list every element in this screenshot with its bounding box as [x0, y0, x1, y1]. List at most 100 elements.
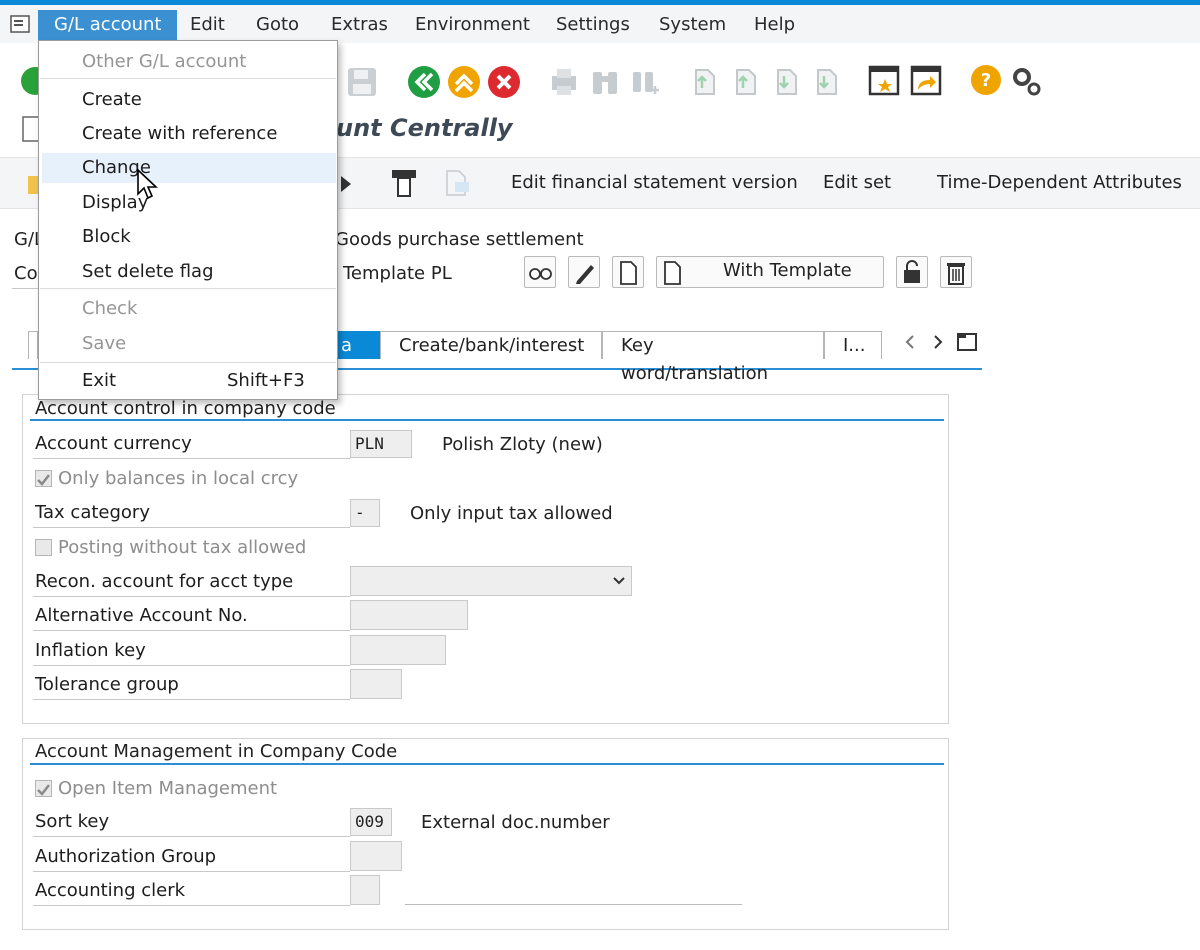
mouse-cursor-icon — [137, 168, 159, 200]
sort-key-field[interactable]: 009 — [350, 808, 392, 836]
system-menu-icon[interactable] — [10, 15, 32, 35]
back-icon[interactable] — [407, 65, 441, 99]
menu-settings[interactable]: Settings — [556, 10, 630, 40]
company-code-label: Co — [14, 263, 38, 284]
menu-gl-account[interactable]: G/L account — [38, 10, 178, 40]
with-template-label: With Template — [723, 260, 852, 281]
previous-page-icon[interactable] — [731, 66, 759, 98]
edit-financial-statement-version-button[interactable]: Edit financial statement version — [511, 172, 798, 193]
menu-bar: G/L account Edit Goto Extras Environment… — [0, 5, 1200, 43]
company-code-description: Template PL — [343, 263, 452, 284]
help-icon[interactable]: ? — [970, 64, 1002, 96]
accounting-clerk-field[interactable] — [350, 875, 380, 905]
next-page-icon[interactable] — [772, 66, 800, 98]
padlock-icon — [904, 260, 920, 283]
alternative-account-field[interactable] — [350, 600, 468, 630]
only-balances-checkbox[interactable] — [35, 470, 52, 487]
menu-item-save[interactable]: Save — [42, 329, 336, 359]
create-document-button[interactable] — [612, 256, 644, 288]
account-currency-label: Account currency — [33, 431, 350, 459]
edit-set-button[interactable]: Edit set — [823, 172, 891, 193]
alternative-account-label: Alternative Account No. — [33, 603, 350, 631]
tab-key-word-translation[interactable]: Key word/translation — [602, 331, 824, 384]
header-underline — [12, 288, 40, 289]
checkmark-icon — [37, 474, 50, 486]
documentation-icon[interactable] — [443, 168, 471, 198]
group-title-underline — [30, 419, 944, 421]
menu-item-create-with-reference[interactable]: Create with reference — [42, 119, 336, 149]
menu-separator — [40, 78, 336, 79]
menu-item-change[interactable]: Change — [42, 153, 336, 183]
menu-separator — [40, 288, 336, 289]
generate-shortcut-icon[interactable] — [910, 64, 944, 98]
glasses-icon — [529, 268, 552, 280]
page-title: unt Centrally — [336, 114, 513, 142]
menu-goto[interactable]: Goto — [256, 10, 299, 40]
create-session-icon[interactable] — [868, 64, 902, 98]
menu-item-check[interactable]: Check — [42, 294, 336, 324]
save-icon[interactable] — [345, 65, 379, 99]
menu-item-display[interactable]: Display — [42, 188, 336, 218]
svg-text:?: ? — [981, 70, 991, 91]
exit-icon[interactable] — [447, 65, 481, 99]
sort-key-label: Sort key — [33, 809, 350, 837]
menu-item-block[interactable]: Block — [42, 222, 336, 252]
posting-without-tax-checkbox[interactable] — [35, 539, 52, 556]
print-icon[interactable] — [548, 66, 580, 98]
chevron-down-icon — [613, 577, 625, 585]
folder-icon[interactable] — [28, 176, 38, 194]
first-page-icon[interactable] — [690, 66, 718, 98]
tab-list-icon[interactable] — [956, 330, 980, 354]
print-document-icon[interactable] — [388, 166, 420, 200]
chevron-right-icon[interactable] — [930, 332, 946, 352]
cancel-icon[interactable] — [487, 65, 521, 99]
chevron-left-icon[interactable] — [902, 332, 918, 352]
account-management-group-title: Account Management in Company Code — [35, 741, 398, 762]
accounting-clerk-description-line — [405, 904, 742, 905]
tax-category-field[interactable]: - — [350, 499, 380, 527]
block-button[interactable] — [896, 256, 928, 288]
time-dependent-attributes-button[interactable]: Time-Dependent Attributes — [937, 172, 1182, 193]
only-balances-label: Only balances in local crcy — [58, 468, 299, 489]
tolerance-group-label: Tolerance group — [33, 672, 350, 700]
edit-pencil-button[interactable] — [568, 256, 600, 288]
account-control-group-title: Account control in company code — [35, 398, 336, 419]
tab-create-bank-interest[interactable]: Create/bank/interest — [380, 331, 602, 359]
exit-shortcut: Shift+F3 — [227, 370, 305, 391]
last-page-icon[interactable] — [812, 66, 840, 98]
blank-document-icon — [620, 261, 637, 285]
menu-edit[interactable]: Edit — [190, 10, 225, 40]
inflation-key-label: Inflation key — [33, 638, 350, 666]
display-glasses-button[interactable] — [524, 256, 556, 288]
accounting-clerk-label: Accounting clerk — [33, 878, 350, 906]
account-currency-field[interactable]: PLN — [350, 430, 412, 458]
pencil-icon — [576, 265, 594, 284]
tab-control-data[interactable]: a — [338, 331, 380, 359]
menu-item-set-delete-flag[interactable]: Set delete flag — [42, 257, 336, 287]
menu-item-other-gl-account[interactable]: Other G/L account — [42, 47, 336, 77]
checkmark-icon — [37, 784, 50, 796]
menu-system[interactable]: System — [659, 10, 726, 40]
tab-type-description[interactable] — [28, 331, 38, 359]
menu-help[interactable]: Help — [754, 10, 795, 40]
inflation-key-field[interactable] — [350, 635, 446, 665]
open-item-management-checkbox[interactable] — [35, 780, 52, 797]
delete-button[interactable] — [940, 256, 972, 288]
tolerance-group-field[interactable] — [350, 669, 402, 699]
find-icon[interactable] — [590, 66, 620, 96]
authorization-group-label: Authorization Group — [33, 844, 350, 872]
sort-key-description: External doc.number — [421, 812, 610, 833]
find-next-icon[interactable] — [630, 66, 660, 96]
with-template-button[interactable]: With Template — [656, 256, 884, 288]
settings-gear-icon[interactable] — [1010, 64, 1044, 98]
trash-icon — [947, 263, 965, 285]
menu-extras[interactable]: Extras — [331, 10, 388, 40]
menu-environment[interactable]: Environment — [415, 10, 530, 40]
next-entry-icon[interactable] — [338, 174, 354, 194]
authorization-group-field[interactable] — [350, 841, 402, 871]
menu-item-create[interactable]: Create — [42, 85, 336, 115]
posting-without-tax-label: Posting without tax allowed — [58, 537, 307, 558]
recon-account-select[interactable] — [350, 566, 632, 596]
tab-information[interactable]: I... — [824, 331, 882, 359]
open-item-management-label: Open Item Management — [58, 778, 278, 799]
